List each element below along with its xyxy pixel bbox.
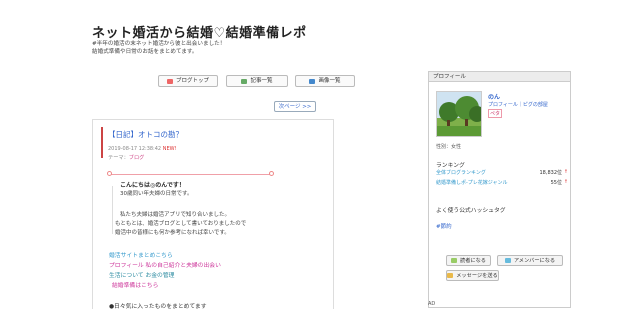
body-line: ●日々気に入ったものをまとめてます — [109, 304, 207, 310]
send-message-label: メッセージを送る — [456, 272, 498, 279]
ranking-value: 18,832位 — [539, 170, 563, 176]
article-date: 2019-08-17 12:38:42 — [108, 146, 162, 152]
follow-reader-label: 読者になる — [460, 257, 486, 264]
image-list-button[interactable]: 画像一覧 — [295, 75, 355, 87]
article-theme: テーマ：ブログ — [108, 154, 144, 161]
blog-top-button[interactable]: ブログトップ — [158, 75, 218, 87]
amember-label: アメンバーになる — [513, 257, 556, 264]
hashtag-heading: よく使う公式ハッシュタグ — [436, 208, 506, 214]
article-list-label: 記事一覧 — [250, 78, 273, 84]
home-icon — [166, 78, 173, 84]
reader-icon — [451, 258, 458, 263]
hashtag-link[interactable]: #節約 — [436, 222, 452, 230]
ribbon-line — [110, 174, 272, 175]
rank-up-icon: ↑ — [563, 169, 568, 175]
ranking-row: 全体ブログランキング 18,832位 ↑ — [436, 169, 568, 176]
article-meta: 2019-08-17 12:38:42 NEW! — [108, 146, 177, 152]
send-message-button[interactable]: メッセージを送る — [446, 270, 499, 281]
list-icon — [241, 78, 248, 84]
theme-label: テーマ： — [108, 155, 129, 161]
profile-name[interactable]: のん — [488, 92, 500, 101]
rank-up-icon: ↑ — [563, 179, 568, 185]
amember-icon — [504, 258, 511, 263]
quote-bar — [112, 186, 113, 234]
body-line: 私たち夫婦は婚活アプリで知り合いました。 — [120, 212, 231, 218]
theme-link[interactable]: ブログ — [129, 155, 145, 161]
follow-reader-button[interactable]: 読者になる — [446, 255, 491, 266]
profile-gender: 性別：女性 — [436, 144, 462, 150]
blog-top-label: ブログトップ — [175, 78, 209, 84]
body-line: 婚活中の皆様にも何か参考になれば幸いです。 — [115, 230, 230, 236]
blog-description: #半年の婚活の末ネット婚活から彼と出会いました！ 結婚式準備や日常のお話をまとめ… — [92, 40, 225, 56]
camera-icon — [309, 78, 316, 84]
link-money[interactable]: 生活について お金の管理 — [109, 270, 174, 279]
new-badge: NEW! — [162, 146, 177, 152]
article-list-button[interactable]: 記事一覧 — [226, 75, 288, 87]
body-line: 30歳同い年夫婦の日常です。 — [120, 191, 193, 197]
description-line: 結婚式準備や日常のお話をまとめてます。 — [92, 49, 198, 55]
ranking-label[interactable]: 結婚準備しポ-プレ花嫁ジャンル — [436, 180, 508, 186]
sidebar-header: プロフィール — [428, 71, 571, 82]
ranking-heading: ランキング — [436, 163, 465, 169]
ranking-value: 55位 — [550, 180, 562, 186]
link-konkatsu-site[interactable]: 婚活サイトまとめこちら — [109, 250, 173, 259]
blog-title[interactable]: ネット婚活から結婚♡結婚準備レポ — [92, 22, 307, 41]
ranking-row: 結婚準備しポ-プレ花嫁ジャンル 55位 ↑ — [436, 179, 568, 186]
greeting-text: こんにちは◎のんです！ — [120, 182, 185, 189]
peta-button[interactable]: ペタ — [488, 109, 503, 118]
title-accent-bar — [101, 127, 103, 158]
next-page-button[interactable]: 次ページ >> — [274, 101, 316, 112]
mail-icon — [447, 273, 454, 278]
article-title[interactable]: 【日記】オトコの勘？ — [108, 129, 183, 140]
ranking-label[interactable]: 全体ブログランキング — [436, 170, 486, 176]
avatar[interactable] — [436, 91, 482, 137]
ad-label: AD — [428, 301, 436, 307]
amember-button[interactable]: アメンバーになる — [497, 255, 563, 266]
body-line: もともとは、婚活ブログとして書いておりましたので — [115, 221, 247, 227]
avatar-photo — [437, 92, 481, 136]
ribbon-dot — [107, 171, 112, 176]
profile-links[interactable]: プロフィール｜ピグの部屋 — [488, 101, 548, 108]
ribbon-dot — [269, 171, 274, 176]
link-profile[interactable]: プロフィール 私の自己紹介と夫婦の出会い — [109, 260, 221, 269]
image-list-label: 画像一覧 — [318, 78, 341, 84]
link-wedding-prep[interactable]: 結婚準備はこちら — [112, 280, 158, 289]
description-line: #半年の婚活の末ネット婚活から彼と出会いました！ — [92, 41, 226, 47]
